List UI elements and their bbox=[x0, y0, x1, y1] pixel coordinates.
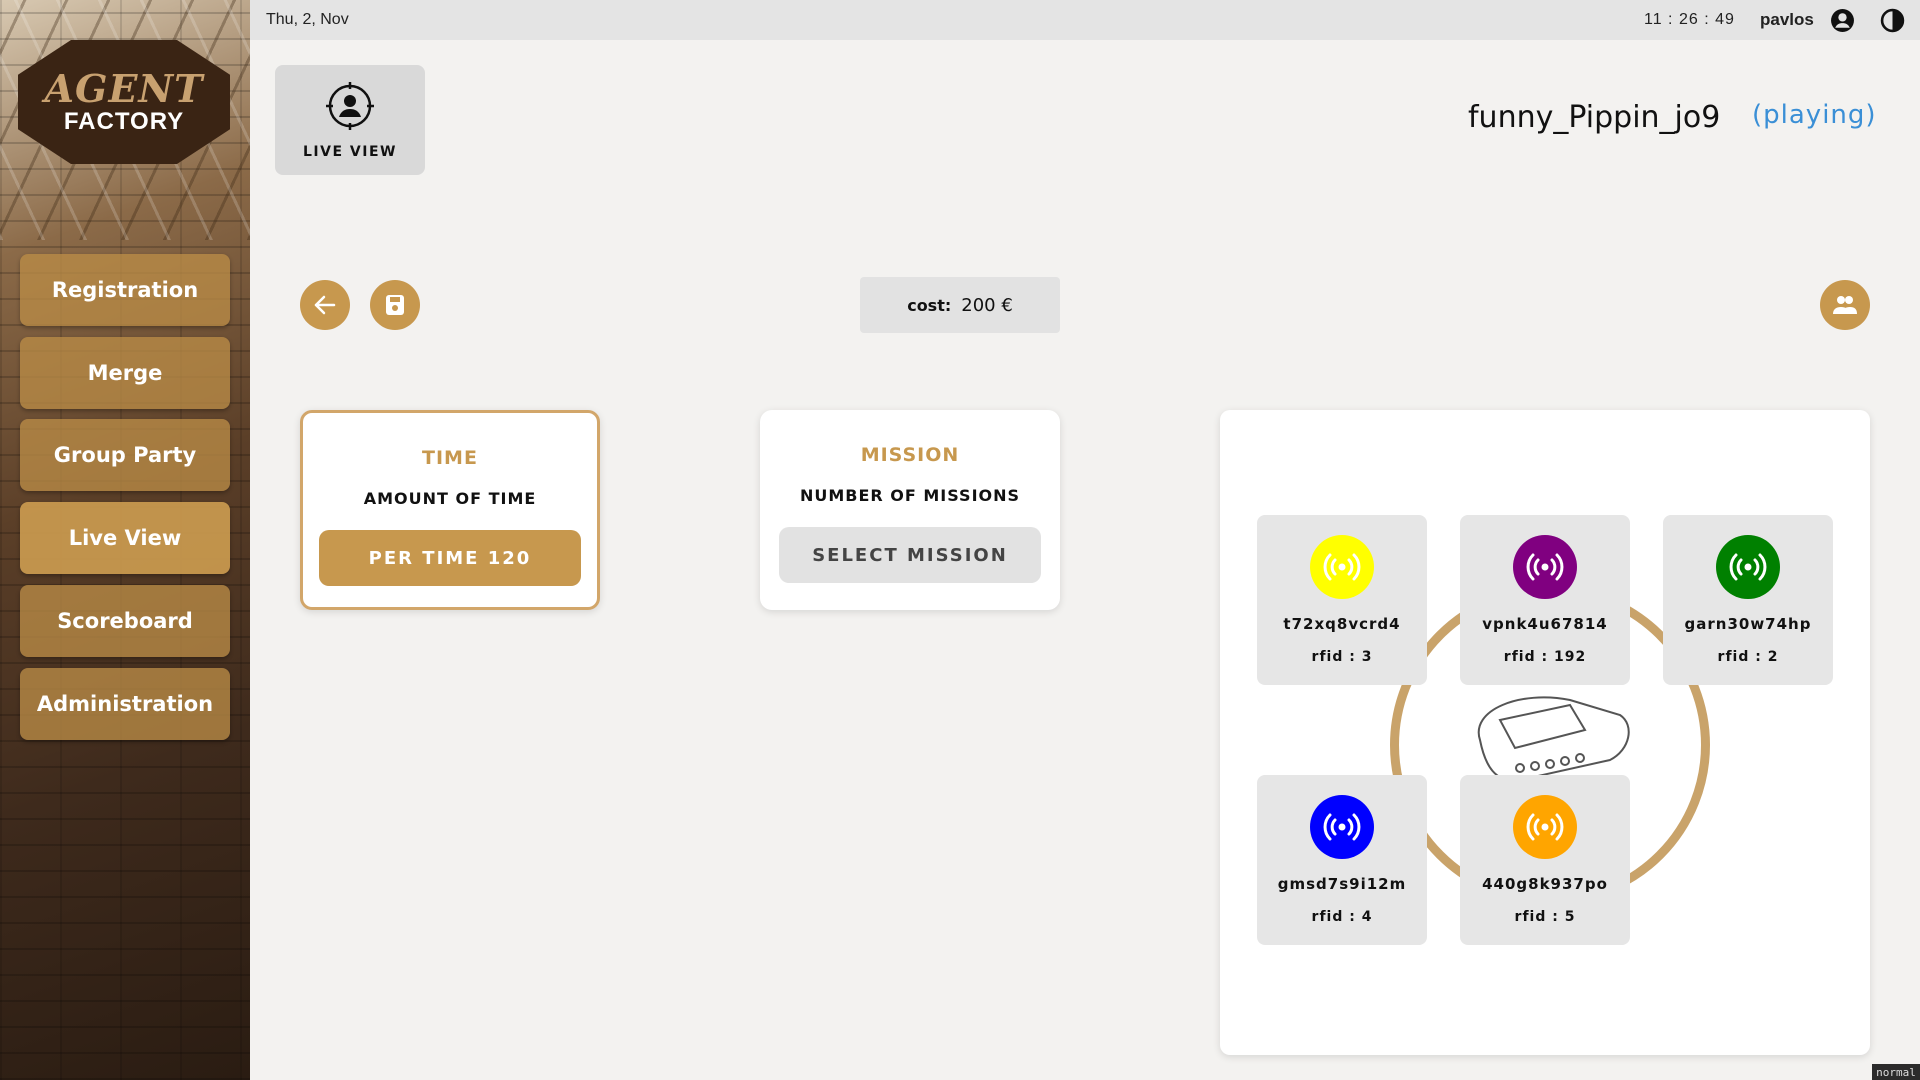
sidebar: AGENT FACTORY Registration Merge Group P… bbox=[0, 0, 250, 1080]
clock-display: 11 : 26 : 49 bbox=[1644, 11, 1735, 28]
player-name: funny_Pippin_jo9 bbox=[1468, 100, 1721, 135]
rfid-signal-icon bbox=[1716, 535, 1780, 599]
sidebar-item-registration[interactable]: Registration bbox=[20, 254, 230, 326]
sidebar-item-administration[interactable]: Administration bbox=[20, 668, 230, 740]
member-rfid: rfid : 5 bbox=[1514, 909, 1576, 925]
mission-card-title: MISSION bbox=[860, 444, 960, 466]
member-tile[interactable]: 440g8k937po rfid : 5 bbox=[1460, 775, 1630, 945]
group-members-panel: t72xq8vcrd4 rfid : 3 vpnk4u67814 rfid : … bbox=[1220, 410, 1870, 1055]
live-view-label: LIVE VIEW bbox=[303, 144, 397, 160]
group-users-button[interactable] bbox=[1820, 280, 1870, 330]
member-tile[interactable]: t72xq8vcrd4 rfid : 3 bbox=[1257, 515, 1427, 685]
target-person-icon bbox=[326, 82, 374, 130]
select-mission-button[interactable]: SELECT MISSION bbox=[779, 527, 1041, 583]
member-code: 440g8k937po bbox=[1482, 875, 1608, 893]
logo-text-agent: AGENT bbox=[44, 66, 204, 111]
cost-display: cost: 200 € bbox=[860, 277, 1060, 333]
member-code: gmsd7s9i12m bbox=[1277, 875, 1407, 893]
save-icon bbox=[386, 295, 404, 315]
mission-card[interactable]: MISSION NUMBER OF MISSIONS SELECT MISSIO… bbox=[760, 410, 1060, 610]
member-tile[interactable]: vpnk4u67814 rfid : 192 bbox=[1460, 515, 1630, 685]
member-code: garn30w74hp bbox=[1684, 615, 1812, 633]
save-button[interactable] bbox=[370, 280, 420, 330]
logo-text-factory: FACTORY bbox=[63, 108, 185, 135]
rfid-signal-icon bbox=[1310, 535, 1374, 599]
time-card-title: TIME bbox=[422, 447, 478, 469]
member-code: vpnk4u67814 bbox=[1482, 615, 1608, 633]
player-status: (playing) bbox=[1752, 100, 1877, 130]
agent-factory-logo: AGENT FACTORY bbox=[18, 40, 230, 164]
sidebar-item-group-party[interactable]: Group Party bbox=[20, 419, 230, 491]
live-view-tile[interactable]: LIVE VIEW bbox=[275, 65, 425, 175]
rfid-signal-icon bbox=[1310, 795, 1374, 859]
users-group-icon bbox=[1833, 296, 1857, 314]
member-rfid: rfid : 4 bbox=[1311, 909, 1373, 925]
member-code: t72xq8vcrd4 bbox=[1283, 615, 1401, 633]
user-account-icon[interactable] bbox=[1830, 8, 1855, 33]
member-rfid: rfid : 2 bbox=[1717, 649, 1779, 665]
per-time-button[interactable]: PER TIME 120 bbox=[319, 530, 581, 586]
cost-value: 200 € bbox=[961, 294, 1013, 316]
member-tile[interactable]: gmsd7s9i12m rfid : 4 bbox=[1257, 775, 1427, 945]
member-rfid: rfid : 192 bbox=[1503, 649, 1587, 665]
sidebar-item-scoreboard[interactable]: Scoreboard bbox=[20, 585, 230, 657]
date-display: Thu, 2, Nov bbox=[266, 11, 349, 28]
time-card[interactable]: TIME AMOUNT OF TIME PER TIME 120 bbox=[300, 410, 600, 610]
member-rfid: rfid : 3 bbox=[1311, 649, 1373, 665]
mode-badge: normal bbox=[1872, 1064, 1920, 1080]
time-card-subtitle: AMOUNT OF TIME bbox=[363, 489, 537, 508]
sidebar-item-merge[interactable]: Merge bbox=[20, 337, 230, 409]
mission-card-subtitle: NUMBER OF MISSIONS bbox=[799, 486, 1021, 505]
sidebar-item-live-view[interactable]: Live View bbox=[20, 502, 230, 574]
top-bar: Thu, 2, Nov 11 : 26 : 49 pavlos bbox=[250, 0, 1920, 40]
back-button[interactable] bbox=[300, 280, 350, 330]
wristband-icon bbox=[1477, 696, 1630, 782]
rfid-signal-icon bbox=[1513, 535, 1577, 599]
rfid-signal-icon bbox=[1513, 795, 1577, 859]
username: pavlos bbox=[1760, 10, 1814, 29]
main-content: LIVE VIEW funny_Pippin_jo9 (playing) cos… bbox=[250, 40, 1920, 1080]
member-tile[interactable]: garn30w74hp rfid : 2 bbox=[1663, 515, 1833, 685]
arrow-left-icon bbox=[314, 295, 336, 315]
contrast-toggle-icon[interactable] bbox=[1880, 8, 1905, 33]
cost-label: cost: bbox=[907, 295, 952, 315]
